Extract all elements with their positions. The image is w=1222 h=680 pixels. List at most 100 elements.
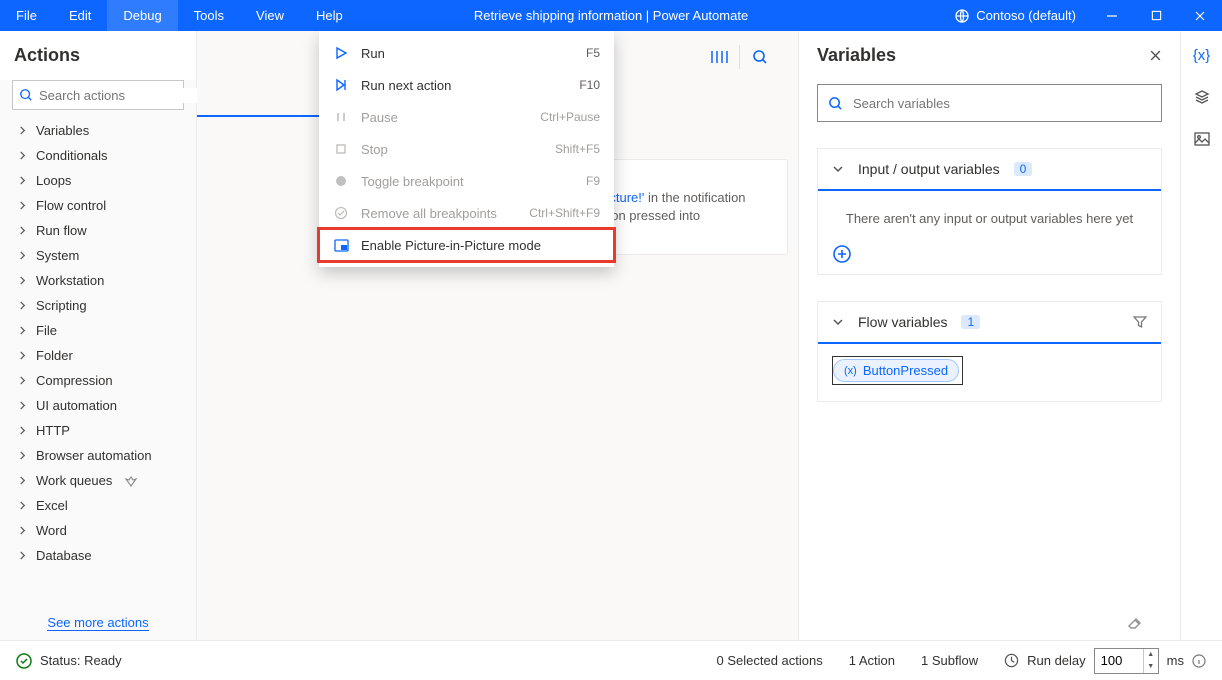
actions-group[interactable]: Workstation	[0, 268, 196, 293]
variables-search[interactable]	[817, 84, 1162, 122]
debug-menu-item[interactable]: Run next actionF10	[319, 69, 614, 101]
debug-menu-item[interactable]: RunF5	[319, 37, 614, 69]
variables-rail-icon[interactable]: {x}	[1192, 45, 1212, 65]
actions-group[interactable]: Variables	[0, 118, 196, 143]
stop-icon	[333, 141, 349, 157]
debug-menu-item: Toggle breakpointF9	[319, 165, 614, 197]
chevron-right-icon	[18, 401, 28, 410]
debug-menu-shortcut: Shift+F5	[555, 142, 600, 156]
actions-group[interactable]: Conditionals	[0, 143, 196, 168]
menu-bar: File Edit Debug Tools View Help Retrieve…	[0, 0, 1222, 31]
designer-toolbar	[699, 41, 780, 73]
org-name: Contoso (default)	[976, 8, 1076, 23]
actions-group[interactable]: Run flow	[0, 218, 196, 243]
variable-chip[interactable]: (x) ButtonPressed	[833, 359, 959, 382]
menu-view[interactable]: View	[240, 0, 300, 31]
actions-group[interactable]: Database	[0, 543, 196, 568]
menu-debug[interactable]: Debug	[107, 0, 177, 31]
menu-tools[interactable]: Tools	[178, 0, 240, 31]
actions-group[interactable]: Loops	[0, 168, 196, 193]
filter-icon[interactable]	[1133, 315, 1147, 329]
chevron-right-icon	[18, 426, 28, 435]
menu-edit[interactable]: Edit	[53, 0, 107, 31]
spin-up[interactable]: ▲	[1144, 649, 1158, 661]
run-delay-input[interactable]	[1095, 653, 1143, 668]
actions-group-label: Flow control	[36, 198, 106, 213]
run-delay-field[interactable]: ▲ ▼	[1094, 648, 1159, 674]
chevron-down-icon	[832, 316, 844, 328]
action-count: 1 Action	[849, 653, 895, 668]
chevron-right-icon	[18, 126, 28, 135]
actions-group[interactable]: Work queues	[0, 468, 196, 493]
actions-group[interactable]: Compression	[0, 368, 196, 393]
actions-group[interactable]: HTTP	[0, 418, 196, 443]
actions-group[interactable]: Scripting	[0, 293, 196, 318]
actions-group-label: Folder	[36, 348, 73, 363]
image-icon[interactable]	[1192, 129, 1212, 149]
actions-group[interactable]: Folder	[0, 343, 196, 368]
actions-group[interactable]: Word	[0, 518, 196, 543]
debug-menu-item: PauseCtrl+Pause	[319, 101, 614, 133]
actions-group[interactable]: File	[0, 318, 196, 343]
variables-search-input[interactable]	[853, 96, 1151, 111]
see-more-actions[interactable]: See more actions	[0, 605, 196, 640]
menu-file[interactable]: File	[0, 0, 53, 31]
add-variable-button[interactable]	[832, 244, 1147, 264]
chevron-right-icon	[18, 276, 28, 285]
io-variables-header[interactable]: Input / output variables 0	[818, 149, 1161, 191]
actions-group-label: Conditionals	[36, 148, 108, 163]
actions-group[interactable]: System	[0, 243, 196, 268]
debug-menu-item: StopShift+F5	[319, 133, 614, 165]
chevron-down-icon	[832, 163, 844, 175]
actions-group[interactable]: Browser automation	[0, 443, 196, 468]
io-variables-empty: There aren't any input or output variabl…	[832, 211, 1147, 226]
eraser-icon[interactable]	[1108, 602, 1162, 640]
info-icon[interactable]	[1192, 654, 1206, 668]
debug-menu-label: Enable Picture-in-Picture mode	[361, 238, 588, 253]
actions-search[interactable]	[12, 80, 184, 110]
chevron-right-icon	[18, 551, 28, 560]
actions-group[interactable]: UI automation	[0, 393, 196, 418]
search-icon[interactable]	[740, 41, 780, 73]
debug-menu-label: Run	[361, 46, 574, 61]
spin-down[interactable]: ▼	[1144, 661, 1158, 673]
actions-group-label: Database	[36, 548, 92, 563]
debug-menu-label: Remove all breakpoints	[361, 206, 517, 221]
rmbp-icon	[333, 205, 349, 221]
menu-help[interactable]: Help	[300, 0, 359, 31]
actions-group-label: Word	[36, 523, 67, 538]
actions-search-input[interactable]	[39, 88, 215, 103]
window-maximize[interactable]	[1134, 0, 1178, 31]
chevron-right-icon	[18, 251, 28, 260]
actions-group-label: Compression	[36, 373, 113, 388]
window-title: Retrieve shipping information | Power Au…	[474, 8, 748, 23]
chevron-right-icon	[18, 526, 28, 535]
debug-menu-item[interactable]: Enable Picture-in-Picture mode	[319, 229, 614, 261]
variable-chip-wrap[interactable]: (x) ButtonPressed	[832, 356, 963, 385]
actions-group-label: Loops	[36, 173, 71, 188]
window-minimize[interactable]	[1090, 0, 1134, 31]
actions-group-label: Excel	[36, 498, 68, 513]
premium-icon	[124, 475, 138, 487]
layers-icon[interactable]	[1192, 87, 1212, 107]
content-area: Actions VariablesConditionalsLoopsFlow c…	[0, 31, 1222, 640]
actions-group[interactable]: Flow control	[0, 193, 196, 218]
chevron-right-icon	[18, 376, 28, 385]
chevron-right-icon	[18, 226, 28, 235]
window-close[interactable]	[1178, 0, 1222, 31]
columns-icon[interactable]	[699, 41, 739, 73]
status-text: Status: Ready	[40, 653, 122, 668]
actions-group-label: UI automation	[36, 398, 117, 413]
io-variables-count: 0	[1014, 162, 1033, 176]
variables-panel: Variables Input / output variables 0	[798, 31, 1180, 640]
actions-group[interactable]: Excel	[0, 493, 196, 518]
org-picker[interactable]: Contoso (default)	[940, 8, 1090, 24]
chevron-right-icon	[18, 476, 28, 485]
close-icon[interactable]	[1149, 49, 1162, 62]
actions-group-label: Workstation	[36, 273, 104, 288]
debug-menu-shortcut: Ctrl+Shift+F9	[529, 206, 600, 220]
flow-variables-header[interactable]: Flow variables 1	[818, 302, 1161, 344]
actions-group-label: Browser automation	[36, 448, 152, 463]
status-bar: Status: Ready 0 Selected actions 1 Actio…	[0, 640, 1222, 680]
chevron-right-icon	[18, 501, 28, 510]
